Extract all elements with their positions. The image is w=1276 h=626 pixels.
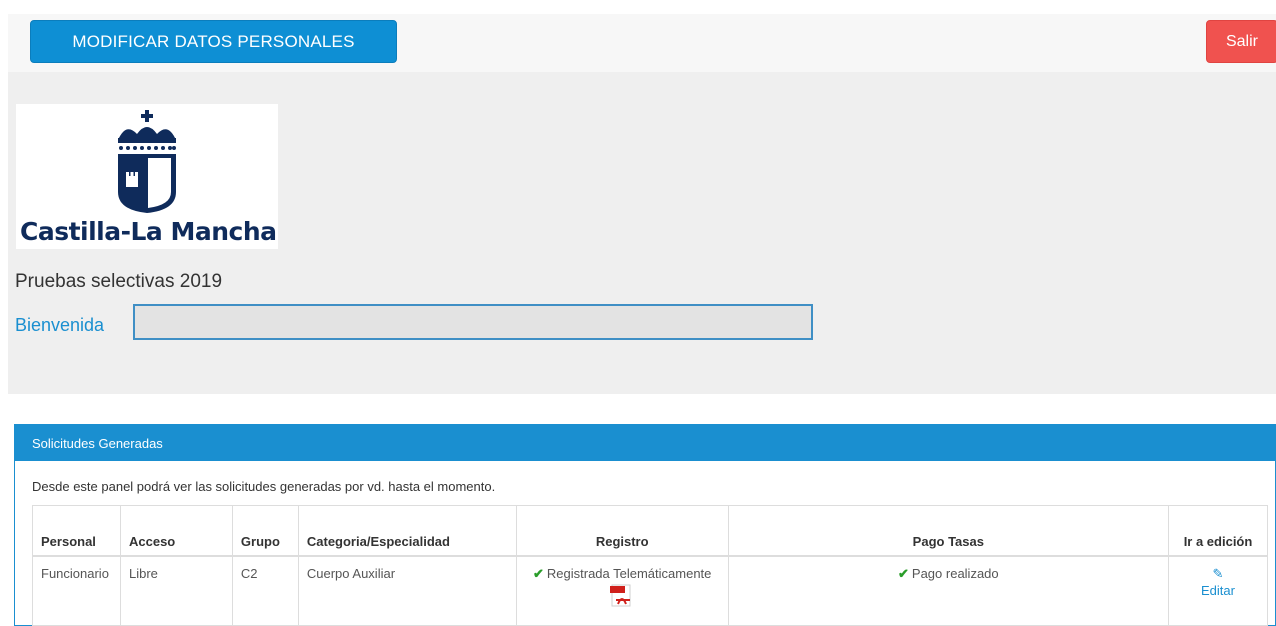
- edit-link[interactable]: Editar: [1177, 583, 1259, 598]
- registro-status: Registrada Telemáticamente: [546, 565, 712, 581]
- cell-pago-tasas: ✔ Pago realizado: [727, 555, 1170, 626]
- panel-description: Desde este panel podrá ver las solicitud…: [32, 479, 496, 494]
- cell-acceso: Libre: [119, 555, 233, 626]
- table-header-row: Personal Acceso Grupo Categoria/Especial…: [32, 505, 1268, 557]
- requests-panel: Solicitudes Generadas Desde este panel p…: [14, 424, 1276, 626]
- logout-button[interactable]: Salir: [1206, 20, 1276, 63]
- panel-title: Solicitudes Generadas: [15, 425, 1275, 461]
- check-icon: ✔: [532, 565, 544, 581]
- header-grupo: Grupo: [231, 505, 299, 557]
- check-icon: ✔: [898, 565, 909, 581]
- header-categoria: Categoria/Especialidad: [297, 505, 517, 557]
- table-row: Funcionario Libre C2 Cuerpo Auxiliar ✔ Re…: [32, 555, 1268, 626]
- header-registro: Registro: [515, 505, 729, 557]
- pencil-icon[interactable]: ✎: [1213, 566, 1224, 582]
- pdf-icon[interactable]: [610, 584, 634, 608]
- requests-table: Personal Acceso Grupo Categoria/Especial…: [32, 505, 1268, 626]
- welcome-label: Bienvenida: [15, 315, 105, 335]
- cell-grupo: C2: [231, 555, 299, 626]
- header-acceso: Acceso: [119, 505, 233, 557]
- pago-status: Pago realizado: [911, 565, 999, 581]
- castilla-la-mancha-logo: Castilla-La Mancha: [16, 104, 278, 249]
- modify-personal-data-button[interactable]: MODIFICAR DATOS PERSONALES: [30, 20, 397, 63]
- coat-of-arms-icon: [118, 110, 176, 213]
- cell-categoria: Cuerpo Auxiliar: [297, 555, 517, 626]
- cell-ir-a-edicion: ✎ Editar: [1168, 555, 1268, 626]
- header-personal: Personal: [32, 505, 121, 557]
- header-pago-tasas: Pago Tasas: [727, 505, 1170, 557]
- user-name-field: [133, 304, 813, 340]
- cell-registro: ✔ Registrada Telemáticamente: [515, 555, 729, 626]
- page-subtitle: Pruebas selectivas 2019: [15, 271, 223, 292]
- header-ir-a-edicion: Ir a edición: [1168, 505, 1268, 557]
- logo-text: Castilla-La Mancha: [20, 217, 277, 246]
- header-section: Castilla-La Mancha Pruebas selectivas 20…: [8, 72, 1276, 394]
- top-toolbar: MODIFICAR DATOS PERSONALES Salir: [8, 14, 1276, 72]
- cell-personal: Funcionario: [32, 555, 121, 626]
